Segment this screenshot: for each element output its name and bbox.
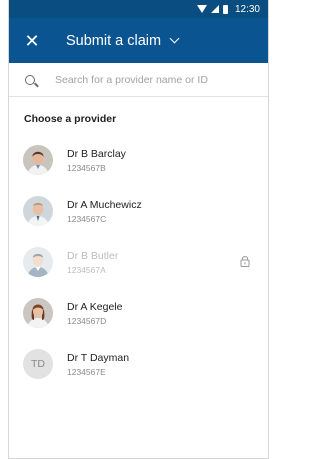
search-bar[interactable] [9,63,268,97]
battery-icon [222,4,228,14]
chevron-down-icon [169,33,180,44]
provider-name: Dr B Butler [67,249,119,262]
search-icon [25,74,35,85]
avatar [23,195,53,226]
provider-id: 1234567B [67,162,106,173]
provider-name: Dr A Kegele [67,300,123,313]
provider-id: 1234567E [67,366,106,377]
title-dropdown[interactable]: Submit a claim [66,32,180,49]
provider-item[interactable]: TD Dr T Dayman 1234567E [9,338,268,389]
provider-info: Dr T Dayman 1234567E [67,351,129,377]
avatar [23,144,53,175]
status-time: 12:30 [234,3,260,15]
search-input[interactable] [55,73,245,86]
provider-id: 1234567C [67,213,107,224]
provider-item[interactable]: Dr A Kegele 1234567D [9,287,268,338]
signal-icon [210,5,219,13]
avatar-initials: TD [23,348,53,379]
close-icon[interactable]: ✕ [23,32,41,50]
avatar [23,246,53,277]
provider-name: Dr B Barclay [67,147,126,160]
provider-item[interactable]: Dr B Barclay 1234567B [9,134,268,185]
app-bar: ✕ Submit a claim [9,18,268,63]
provider-item-disabled: Dr B Butler 1234567A [9,236,268,287]
provider-info: Dr A Muchewicz 1234567C [67,198,142,224]
avatar [23,297,53,328]
provider-info: Dr B Butler 1234567A [67,249,118,275]
status-bar: 12:30 [9,0,268,18]
page-title: Submit a claim [66,32,162,49]
provider-info: Dr A Kegele 1234567D [67,300,122,326]
provider-id: 1234567D [67,315,107,326]
provider-name: Dr T Dayman [67,351,130,364]
app-frame: 12:30 ✕ Submit a claim Choose a provider… [8,0,269,459]
provider-item[interactable]: Dr A Muchewicz 1234567C [9,185,268,236]
lock-icon [240,256,250,267]
wifi-icon [196,5,207,13]
section-title: Choose a provider [24,113,117,125]
provider-name: Dr A Muchewicz [67,198,142,211]
provider-info: Dr B Barclay 1234567B [67,147,126,173]
provider-id: 1234567A [67,264,106,275]
